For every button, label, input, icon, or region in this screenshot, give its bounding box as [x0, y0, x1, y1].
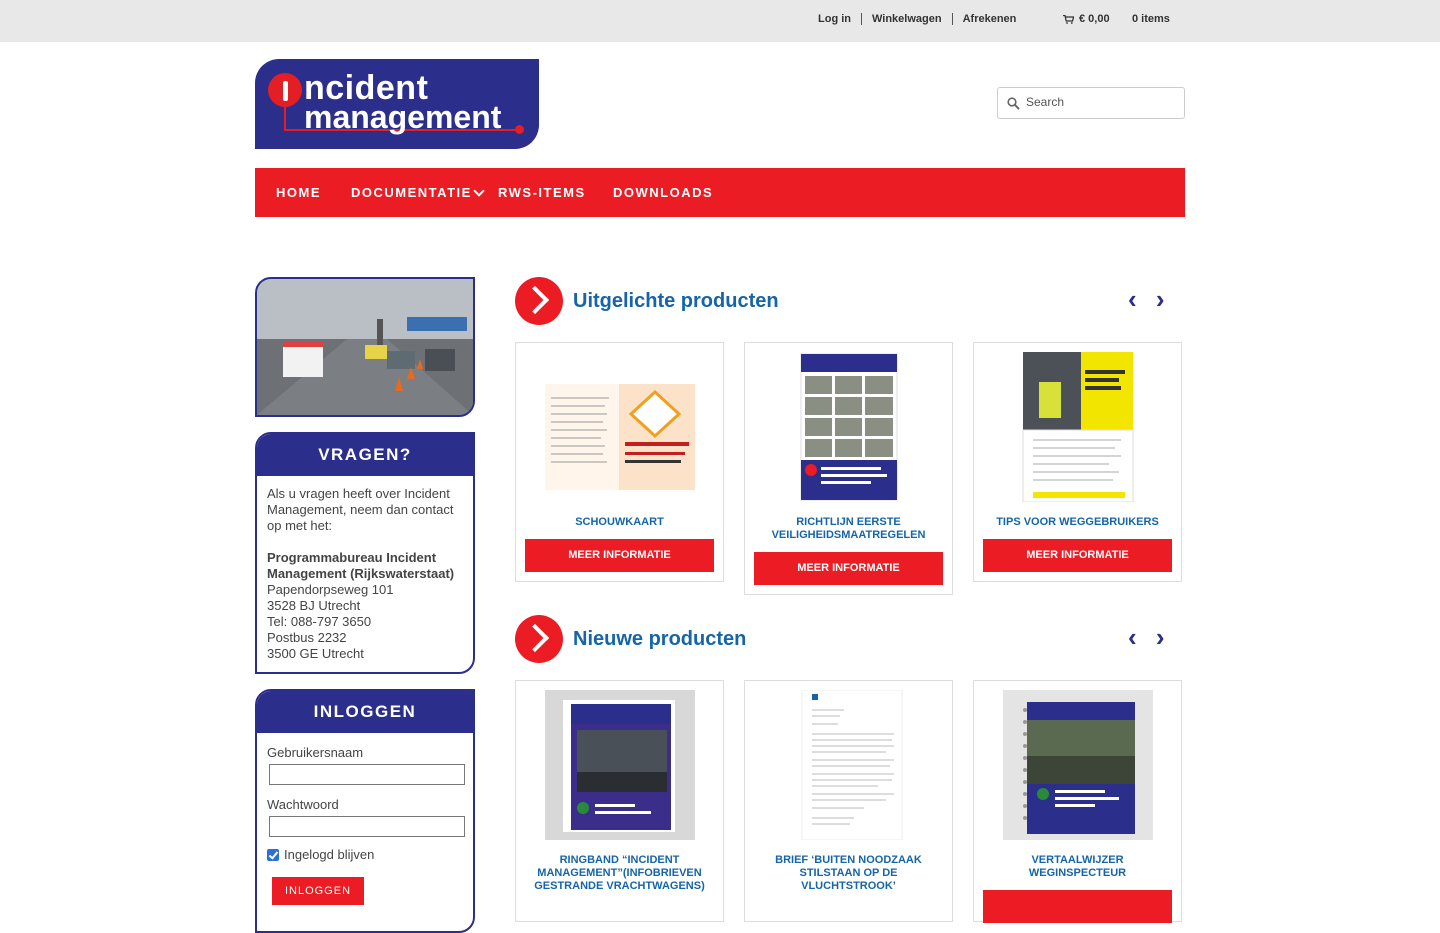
account-links: Log in Winkelwagen Afrekenen: [808, 13, 1026, 25]
highway-photo-image: [257, 279, 473, 415]
product-card: RINGBAND “INCIDENT MANAGEMENT”(INFOBRIEV…: [515, 680, 724, 922]
product-title[interactable]: BRIEF ‘BUITEN NOODZAAK STILSTAAN OP DE V…: [753, 854, 944, 893]
nav-home[interactable]: HOME: [276, 186, 321, 200]
cart-total-value: € 0,00: [1079, 13, 1110, 25]
contact-pobox-city: 3500 GE Utrecht: [267, 646, 364, 661]
checkout-link[interactable]: Afrekenen: [951, 13, 1027, 25]
nav-rws-items[interactable]: RWS-ITEMS: [498, 186, 586, 200]
main-nav: HOME DOCUMENTATIE RWS-ITEMS DOWNLOADS: [255, 168, 1185, 217]
login-form: Gebruikersnaam Wachtwoord Ingelogd blijv…: [257, 733, 473, 913]
search-input[interactable]: [1026, 93, 1176, 111]
product-card: RICHTLIJN EERSTE VEILIGHEIDSMAATREGELEN …: [744, 342, 953, 595]
new-products-title: Nieuwe producten: [573, 628, 747, 650]
product-card: TIPS VOOR WEGGEBRUIKERS MEER INFORMATIE: [973, 342, 1182, 582]
password-label: Wachtwoord: [267, 797, 339, 812]
more-info-button[interactable]: [983, 890, 1172, 923]
product-image-brief[interactable]: [774, 690, 924, 840]
more-info-button[interactable]: MEER INFORMATIE: [983, 539, 1172, 572]
contact-organisation: Programmabureau Incident Management (Rij…: [267, 550, 455, 581]
login-button[interactable]: INLOGGEN: [272, 877, 364, 905]
nav-downloads[interactable]: DOWNLOADS: [613, 186, 713, 200]
product-title[interactable]: TIPS VOOR WEGGEBRUIKERS: [982, 516, 1173, 529]
contact-widget-title: VRAGEN?: [257, 434, 473, 476]
username-field[interactable]: [269, 764, 465, 785]
logo-line: [284, 107, 286, 131]
cart-total[interactable]: € 0,00: [1063, 13, 1110, 25]
contact-intro: Als u vragen heeft over Incident Managem…: [267, 486, 454, 533]
product-card: BRIEF ‘BUITEN NOODZAAK STILSTAAN OP DE V…: [744, 680, 953, 922]
top-bar: Log in Winkelwagen Afrekenen € 0,00 0 it…: [0, 0, 1440, 42]
more-info-button[interactable]: MEER INFORMATIE: [754, 552, 943, 585]
nav-documentatie-label: DOCUMENTATIE: [351, 185, 472, 200]
cart-icon: [1063, 14, 1074, 24]
product-image-ringband[interactable]: [545, 690, 695, 840]
remember-me-row: Ingelogd blijven: [267, 847, 463, 863]
logo-word-management: management: [304, 99, 502, 135]
arrow-right-icon: [515, 277, 563, 325]
arrow-right-icon: [515, 615, 563, 663]
more-info-button[interactable]: MEER INFORMATIE: [525, 539, 714, 572]
contact-pobox: Postbus 2232: [267, 630, 347, 645]
password-field[interactable]: [269, 816, 465, 837]
featured-title: Uitgelichte producten: [573, 290, 779, 312]
product-image-schouwkaart[interactable]: [545, 352, 695, 502]
product-title[interactable]: SCHOUWKAART: [524, 516, 715, 529]
search-icon: [1007, 97, 1020, 110]
cart-link[interactable]: Winkelwagen: [861, 13, 952, 25]
product-image-richtlijn[interactable]: [774, 352, 924, 502]
highway-photo: [255, 277, 475, 417]
product-image-tips[interactable]: [1003, 352, 1153, 502]
remember-me-checkbox[interactable]: [267, 849, 279, 861]
product-card: VERTAALWIJZER WEGINSPECTEUR: [973, 680, 1182, 923]
featured-carousel-arrows[interactable]: ‹ ›: [1128, 286, 1171, 312]
search-box: [997, 87, 1185, 119]
product-title[interactable]: RICHTLIJN EERSTE VEILIGHEIDSMAATREGELEN: [753, 516, 944, 542]
product-card: SCHOUWKAART MEER INFORMATIE: [515, 342, 724, 582]
username-label: Gebruikersnaam: [267, 745, 364, 760]
contact-address-city: 3528 BJ Utrecht: [267, 598, 361, 613]
product-title[interactable]: RINGBAND “INCIDENT MANAGEMENT”(INFOBRIEV…: [524, 854, 715, 893]
contact-widget-body: Als u vragen heeft over Incident Managem…: [257, 476, 473, 670]
login-widget: INLOGGEN Gebruikersnaam Wachtwoord Ingel…: [255, 689, 475, 933]
logo-i-mark: [268, 73, 302, 107]
contact-widget: VRAGEN? Als u vragen heeft over Incident…: [255, 432, 475, 674]
site-logo[interactable]: ncident management: [255, 59, 539, 149]
logo-end-dot: [515, 125, 524, 134]
remember-me-label: Ingelogd blijven: [284, 847, 375, 862]
cart-item-count[interactable]: 0 items: [1132, 13, 1170, 25]
chevron-down-icon: [473, 185, 485, 197]
product-image-vertaalwijzer[interactable]: [1003, 690, 1153, 840]
contact-address-street: Papendorpseweg 101: [267, 582, 394, 597]
login-link[interactable]: Log in: [808, 13, 861, 25]
new-products-carousel-arrows[interactable]: ‹ ›: [1128, 624, 1171, 650]
login-widget-title: INLOGGEN: [257, 691, 473, 733]
product-title[interactable]: VERTAALWIJZER WEGINSPECTEUR: [982, 854, 1173, 880]
nav-documentatie[interactable]: DOCUMENTATIE: [351, 185, 485, 200]
contact-phone: Tel: 088-797 3650: [267, 614, 372, 629]
